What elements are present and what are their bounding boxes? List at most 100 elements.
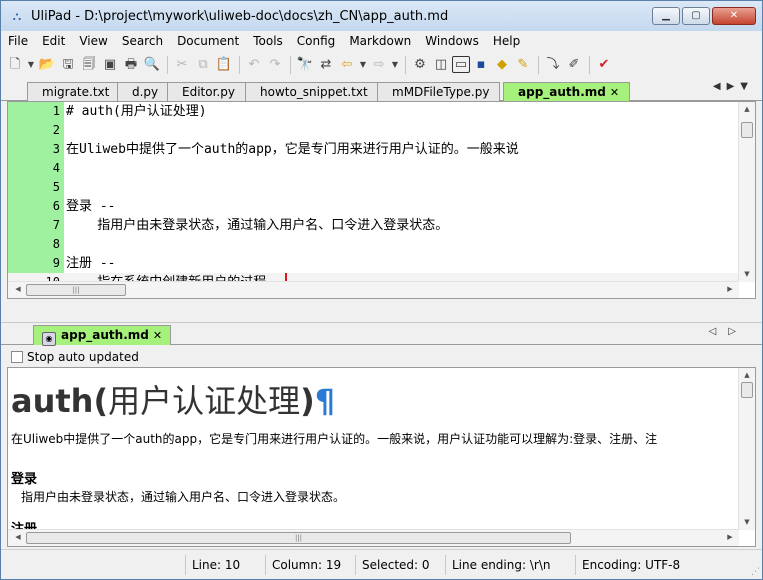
menu-tools[interactable]: Tools	[246, 31, 290, 51]
line-text: 指用户由未登录状态，通过输入用户名、口令进入登录状态。	[66, 218, 449, 233]
chevron-down-icon[interactable]: ▼	[26, 55, 36, 75]
line-number: 4	[52, 161, 60, 175]
tab-app-auth[interactable]: app_auth.md ✕	[503, 82, 631, 102]
pane-splitter[interactable]	[1, 300, 762, 323]
tab-right-icon[interactable]: ▶	[727, 81, 741, 92]
preview-horizontal-scrollbar[interactable]: ◀ ||| ▶	[8, 529, 739, 546]
menu-file[interactable]: File	[1, 31, 35, 51]
tab-navigation: ◀▶▼	[713, 81, 754, 92]
editor-line: 7 指用户由未登录状态，通过输入用户名、口令进入登录状态。	[8, 216, 738, 235]
menu-search[interactable]: Search	[115, 31, 170, 51]
tab-d-py[interactable]: d.py	[117, 82, 170, 101]
resize-grip-icon[interactable]: ⋰	[751, 567, 760, 577]
maximize-button[interactable]: ▢	[682, 7, 710, 25]
minimize-button[interactable]: ▁	[652, 7, 680, 25]
menu-markdown[interactable]: Markdown	[342, 31, 418, 51]
close-icon[interactable]: ✕	[153, 329, 162, 342]
chevron-down-icon[interactable]: ▼	[358, 55, 368, 75]
scroll-thumb[interactable]: |||	[26, 532, 571, 544]
back-arrow-icon[interactable]: ⇦	[337, 55, 357, 75]
scroll-thumb[interactable]	[741, 382, 753, 398]
scroll-left-icon[interactable]: ◀	[10, 285, 26, 293]
close-icon[interactable]: ✕	[610, 86, 619, 99]
scroll-up-icon[interactable]: ▲	[739, 105, 755, 113]
python-shell-icon[interactable]: ▪	[471, 55, 491, 75]
preferences-icon[interactable]: ⚙	[410, 55, 430, 75]
scroll-down-icon[interactable]: ▼	[739, 270, 755, 278]
menu-config[interactable]: Config	[290, 31, 343, 51]
line-text: 注册 --	[66, 256, 116, 271]
wizard-icon[interactable]: ✎	[513, 55, 533, 75]
copy-icon[interactable]: ⧉	[193, 55, 213, 75]
message-window-icon[interactable]: ▭	[452, 56, 470, 73]
menu-document[interactable]: Document	[170, 31, 246, 51]
scroll-left-icon[interactable]: ◀	[10, 533, 26, 541]
tab-label: howto_snippet.txt	[260, 85, 368, 99]
tab-migrate[interactable]: migrate.txt	[27, 82, 121, 101]
cut-icon[interactable]: ✂	[172, 55, 192, 75]
toolbar-separator	[290, 55, 291, 74]
save-all-icon[interactable]: 🗐	[79, 55, 99, 75]
preview-tab-navigation: ◁▷	[709, 326, 748, 337]
tab-mmdfiletype[interactable]: mMDFileType.py	[377, 82, 501, 101]
menu-edit[interactable]: Edit	[35, 31, 72, 51]
editor-vertical-scrollbar[interactable]: ▲ ▼	[738, 102, 755, 282]
tab-left-icon[interactable]: ◀	[713, 81, 727, 92]
tab-list-icon[interactable]: ▼	[740, 81, 754, 92]
new-file-icon[interactable]: 🗋	[5, 55, 25, 75]
html-preview[interactable]: auth(用户认证处理)¶ 在Uliweb中提供了一个auth的app，它是专门…	[7, 367, 756, 547]
editor-line: 1 # auth(用户认证处理)	[8, 102, 738, 121]
pen-icon[interactable]: ✐	[564, 55, 584, 75]
undo-icon[interactable]: ↶	[244, 55, 264, 75]
open-folder-icon[interactable]: 📂	[37, 55, 57, 75]
stop-auto-updated-checkbox[interactable]	[11, 350, 23, 363]
menu-help[interactable]: Help	[486, 31, 527, 51]
status-selected: Selected: 0	[355, 555, 445, 575]
tab-label: migrate.txt	[42, 85, 110, 99]
print-icon[interactable]: 🖶	[121, 55, 141, 75]
chevron-down-icon[interactable]: ▼	[390, 55, 400, 75]
heading-cn: 用户认证处理	[108, 382, 301, 420]
replace-icon[interactable]: ⇄	[316, 55, 336, 75]
editor-line: 3 在Uliweb中提供了一个auth的app，它是专门用来进行用户认证的。一般…	[8, 140, 738, 159]
scroll-right-icon[interactable]: ▶	[722, 533, 738, 541]
auto-update-bar: Stop auto updated	[1, 346, 762, 367]
editor-line: 5	[8, 178, 738, 197]
tab-preview-app-auth[interactable]: ◉ app_auth.md ✕	[33, 325, 172, 346]
tab-editor-py[interactable]: Editor.py	[167, 82, 246, 101]
find-icon[interactable]: 🔭	[295, 55, 315, 75]
code-editor[interactable]: 1 # auth(用户认证处理) 2 3 在Uliweb中提供了一个auth的a…	[7, 101, 756, 299]
forward-arrow-icon[interactable]: ⇨	[369, 55, 389, 75]
menu-windows[interactable]: Windows	[418, 31, 486, 51]
permalink-pilcrow[interactable]: ¶	[315, 382, 335, 420]
editor-horizontal-scrollbar[interactable]: ◀ ||| ▶	[8, 281, 739, 298]
status-encoding: Encoding: UTF-8	[575, 555, 755, 575]
preview-vertical-scrollbar[interactable]: ▲ ▼	[738, 368, 755, 530]
scroll-thumb[interactable]	[741, 122, 753, 138]
paste-icon[interactable]: 📋	[214, 55, 234, 75]
tab-label: d.py	[132, 85, 159, 99]
tab-right-icon[interactable]: ▷	[728, 326, 748, 337]
scroll-right-icon[interactable]: ▶	[722, 285, 738, 293]
tab-label: app_auth.md	[518, 85, 606, 99]
scroll-up-icon[interactable]: ▲	[739, 371, 755, 379]
snippet-icon[interactable]: ◆	[492, 55, 512, 75]
spellcheck-icon[interactable]: ✔	[594, 55, 614, 75]
menu-view[interactable]: View	[72, 31, 114, 51]
line-number: 5	[52, 180, 60, 194]
tab-left-icon[interactable]: ◁	[709, 326, 729, 337]
tab-howto-snippet[interactable]: howto_snippet.txt	[245, 82, 379, 101]
toolbar-separator	[589, 55, 590, 74]
split-view-icon[interactable]: ◫	[431, 55, 451, 75]
title-bar[interactable]: ⛬ UliPad - D:\project\mywork\uliweb-doc\…	[1, 1, 762, 31]
run-icon[interactable]: ⤵	[543, 55, 563, 75]
close-file-icon[interactable]: ▣	[100, 55, 120, 75]
save-icon[interactable]: 🖫	[58, 55, 78, 75]
redo-icon[interactable]: ↷	[265, 55, 285, 75]
preview-heading: auth(用户认证处理)¶	[11, 376, 335, 422]
scroll-thumb[interactable]: |||	[26, 284, 126, 296]
scroll-down-icon[interactable]: ▼	[739, 518, 755, 526]
line-number: 7	[52, 218, 60, 232]
print-preview-icon[interactable]: 🔍	[142, 55, 162, 75]
close-window-button[interactable]: ✕	[712, 7, 756, 25]
